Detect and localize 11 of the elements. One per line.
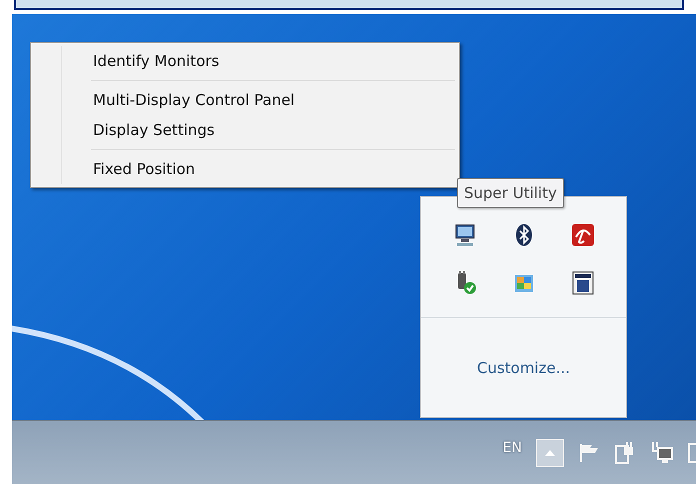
customize-link[interactable]: Customize...	[470, 358, 576, 378]
app-icon[interactable]	[572, 271, 594, 295]
menu-item[interactable]: Fixed Position	[33, 154, 457, 184]
menu-item[interactable]: Multi-Display Control Panel	[33, 85, 457, 115]
monitor-icon[interactable]	[454, 223, 476, 247]
tooltip: Super Utility	[457, 178, 564, 208]
bluetooth-icon[interactable]	[514, 223, 532, 247]
up-arrow-icon	[545, 450, 555, 456]
menu-item[interactable]: Identify Monitors	[33, 46, 457, 76]
network-icon[interactable]	[650, 440, 674, 464]
menu-item[interactable]: Display Settings	[33, 115, 457, 145]
